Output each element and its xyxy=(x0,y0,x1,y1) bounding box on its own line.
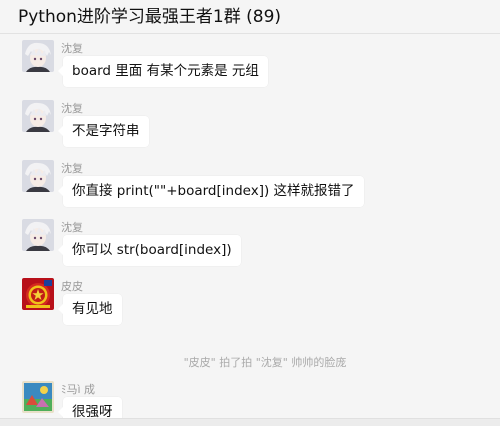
message-list[interactable]: 沈复 board 里面 有某个元素是 元组 沈复 不是字符串 沈复 你直接 pr… xyxy=(0,34,500,426)
sender-name: 皮皮 xyxy=(61,280,83,293)
message-bubble[interactable]: 你可以 str(board[index]) xyxy=(58,235,241,266)
horizontal-scrollbar[interactable] xyxy=(0,418,500,426)
anime-boy-avatar[interactable] xyxy=(22,100,54,132)
painting-avatar[interactable] xyxy=(22,381,54,413)
chat-title: Python进阶学习最强王者1群 (89) xyxy=(18,7,282,27)
sender-name: 沈复 xyxy=(61,162,83,175)
emblem-avatar[interactable] xyxy=(22,278,54,310)
system-notice: "皮皮" 拍了拍 "沈复" 帅帅的脸庞 xyxy=(183,356,347,369)
message-bubble[interactable]: 你直接 print(""+board[index]) 这样就报错了 xyxy=(58,176,364,207)
message-bubble[interactable]: 有见地 xyxy=(58,294,122,325)
message-bubble[interactable]: 不是字符串 xyxy=(58,116,149,147)
chat-header: Python进阶学习最强王者1群 (89) xyxy=(0,0,500,34)
sender-name: 沈复 xyxy=(61,221,83,234)
sender-name: 沈复 xyxy=(61,42,83,55)
anime-boy-avatar[interactable] xyxy=(22,219,54,251)
sender-name: 沈复 xyxy=(61,102,83,115)
anime-boy-avatar[interactable] xyxy=(22,160,54,192)
sender-name: ﾐ马ì 成 xyxy=(61,383,96,396)
message-bubble[interactable]: board 里面 有某个元素是 元组 xyxy=(58,56,268,87)
anime-boy-avatar[interactable] xyxy=(22,40,54,72)
